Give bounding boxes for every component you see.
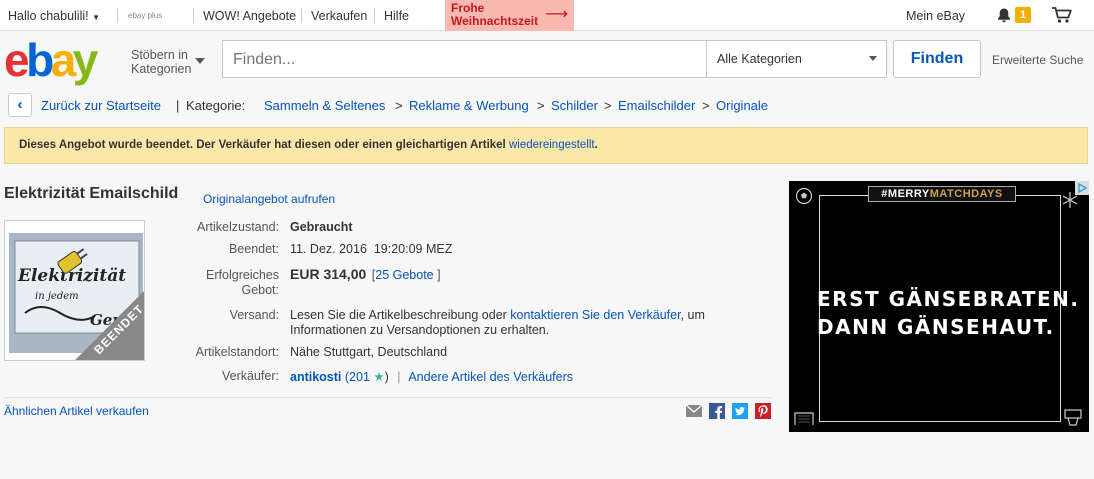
basket-icon (1064, 409, 1082, 426)
ad-hashtag-part: #MERRY (881, 188, 930, 200)
ad-headline-1: ERST GÄNSEBRATEN. (817, 287, 1080, 311)
search-box: Alle Kategorien (222, 40, 887, 78)
goal-icon (794, 412, 814, 425)
price-row: EUR 314,00 [25 Gebote ] (290, 267, 441, 283)
breadcrumb-item[interactable]: Sammeln & Seltenes (264, 98, 385, 113)
contact-seller-link[interactable]: kontaktieren Sie den Verkäufer (510, 308, 680, 322)
chevron-left-icon[interactable]: ‹ (8, 93, 32, 117)
advertisement[interactable]: #MERRYMATCHDAYS ERST GÄNSEBRATEN. DANN G… (789, 181, 1089, 432)
chevron-down-icon (869, 56, 877, 61)
seller-score: (201 (344, 370, 370, 384)
ebay-plus-link[interactable]: ebay plus (128, 11, 162, 20)
location-label: Artikelstandort: (195, 345, 279, 359)
svg-text:ebay: ebay (4, 36, 99, 86)
bracket: ] (437, 268, 441, 282)
divider: | (397, 370, 401, 384)
sign-text-line2: in jedem (35, 291, 79, 302)
relisted-link[interactable]: wiedereingestellt (509, 139, 595, 151)
breadcrumb-item[interactable]: Originale (716, 98, 768, 113)
user-greeting[interactable]: Hallo chabulili! ▼ (8, 9, 100, 23)
item-image[interactable]: Elektrizität in jedem Ger BEENDET (4, 220, 145, 361)
shipping-text: Lesen Sie die Artikelbeschreibung oder (290, 308, 507, 322)
shipping-value: Lesen Sie die Artikelbeschreibung oder k… (290, 308, 705, 338)
shipping-text: , um (680, 308, 705, 322)
seller-label: Verkäufer: (222, 369, 279, 383)
listing-ended-alert: Dieses Angebot wurde beendet. Der Verkäu… (4, 127, 1088, 164)
browse-categories[interactable]: Stöbern in Kategorien (131, 48, 191, 76)
category-select-value: Alle Kategorien (717, 52, 802, 66)
enamel-sign-image: Elektrizität in jedem Ger BEENDET (5, 221, 144, 360)
star-icon: ★ (373, 370, 385, 384)
divider (301, 8, 302, 23)
cart-icon[interactable] (1051, 6, 1073, 24)
breadcrumb-separator: > (604, 98, 612, 113)
browse-line2: Kategorien (131, 62, 192, 76)
ended-label: Beendet: (228, 242, 279, 256)
greeting-text: Hallo chabulili! (8, 9, 89, 23)
xmas-banner[interactable]: Frohe Weihnachtszeit ⟶ (445, 0, 574, 31)
winning-price: EUR 314,00 (290, 266, 367, 282)
bid-label-line2: Gebot: (241, 283, 279, 297)
original-listing-link[interactable]: Originalangebot aufrufen (203, 192, 335, 206)
sell-link[interactable]: Verkaufen (311, 9, 367, 23)
ad-hashtag: #MERRYMATCHDAYS (868, 186, 1016, 202)
ad-hashtag-part: MATCHDAYS (929, 188, 1003, 200)
breadcrumb-separator: > (702, 98, 710, 113)
divider: | (176, 98, 180, 113)
browse-line1: Stöbern in (131, 48, 188, 62)
help-link[interactable]: Hilfe (384, 9, 409, 23)
pinterest-icon[interactable] (755, 403, 771, 419)
notification-badge[interactable]: 1 (1015, 7, 1031, 23)
ebay-logo[interactable]: ebay (4, 36, 124, 86)
search-input[interactable] (233, 49, 693, 71)
breadcrumb-separator: > (395, 98, 403, 113)
seller-name-link[interactable]: antikosti (290, 370, 341, 384)
winning-bid-label: Erfolgreiches Gebot: (159, 268, 279, 298)
alert-end: . (594, 139, 598, 151)
location-value: Nähe Stuttgart, Deutschland (290, 345, 448, 359)
back-to-home-link[interactable]: Zurück zur Startseite (41, 98, 161, 113)
ended-value: 11. Dez. 2016 19:20:09 MEZ (290, 242, 453, 256)
wow-deals-link[interactable]: WOW! Angebote (203, 9, 296, 23)
ad-headline-2: DANN GÄNSEHAUT. (817, 315, 1055, 339)
divider (193, 8, 194, 23)
seller-row: antikosti (201 ★) | Andere Artikel des V… (290, 370, 573, 385)
breadcrumb-item[interactable]: Schilder (551, 98, 598, 113)
breadcrumb-separator: > (537, 98, 545, 113)
twitter-icon[interactable] (732, 403, 748, 419)
category-select[interactable]: Alle Kategorien (706, 41, 887, 77)
chevron-down-icon[interactable] (195, 58, 205, 64)
divider (374, 8, 375, 23)
email-icon[interactable] (686, 403, 702, 419)
chevron-down-icon: ▼ (92, 13, 101, 22)
condition-value: Gebraucht (290, 220, 353, 234)
category-label: Kategorie: (186, 98, 246, 113)
advanced-search-link[interactable]: Erweiterte Suche (992, 53, 1083, 67)
shipping-label: Versand: (229, 308, 279, 322)
divider (4, 397, 772, 398)
alert-text: Dieses Angebot wurde beendet. Der Verkäu… (19, 139, 506, 151)
bid-label-line1: Erfolgreiches (206, 268, 279, 282)
my-ebay-link[interactable]: Mein eBay (906, 9, 965, 23)
item-title: Elektrizität Emailschild (4, 185, 179, 202)
condition-label: Artikelzustand: (197, 220, 279, 234)
facebook-icon[interactable] (709, 403, 725, 419)
bell-icon[interactable] (996, 7, 1012, 23)
bid-history-link[interactable]: 25 Gebote (375, 268, 433, 282)
find-button[interactable]: Finden (893, 40, 981, 78)
sell-similar-link[interactable]: Ähnlichen Artikel verkaufen (4, 404, 149, 418)
other-items-link[interactable]: Andere Artikel des Verkäufers (408, 370, 573, 384)
breadcrumb-item[interactable]: Emailschilder (618, 98, 695, 113)
shipping-text: Informationen zu Versandoptionen zu erha… (290, 323, 550, 337)
arrow-right-icon: ⟶ (545, 6, 568, 23)
adchoices-icon[interactable] (1075, 181, 1089, 195)
soccer-ball-icon (795, 187, 813, 205)
breadcrumb-item[interactable]: Reklame & Werbung (409, 98, 529, 113)
seller-score-close: ) (384, 370, 389, 384)
seller-feedback-link[interactable]: (201 ★ (345, 370, 385, 384)
top-bar: Hallo chabulili! ▼ ebay plus WOW! Angebo… (0, 0, 1094, 31)
divider (117, 8, 118, 23)
